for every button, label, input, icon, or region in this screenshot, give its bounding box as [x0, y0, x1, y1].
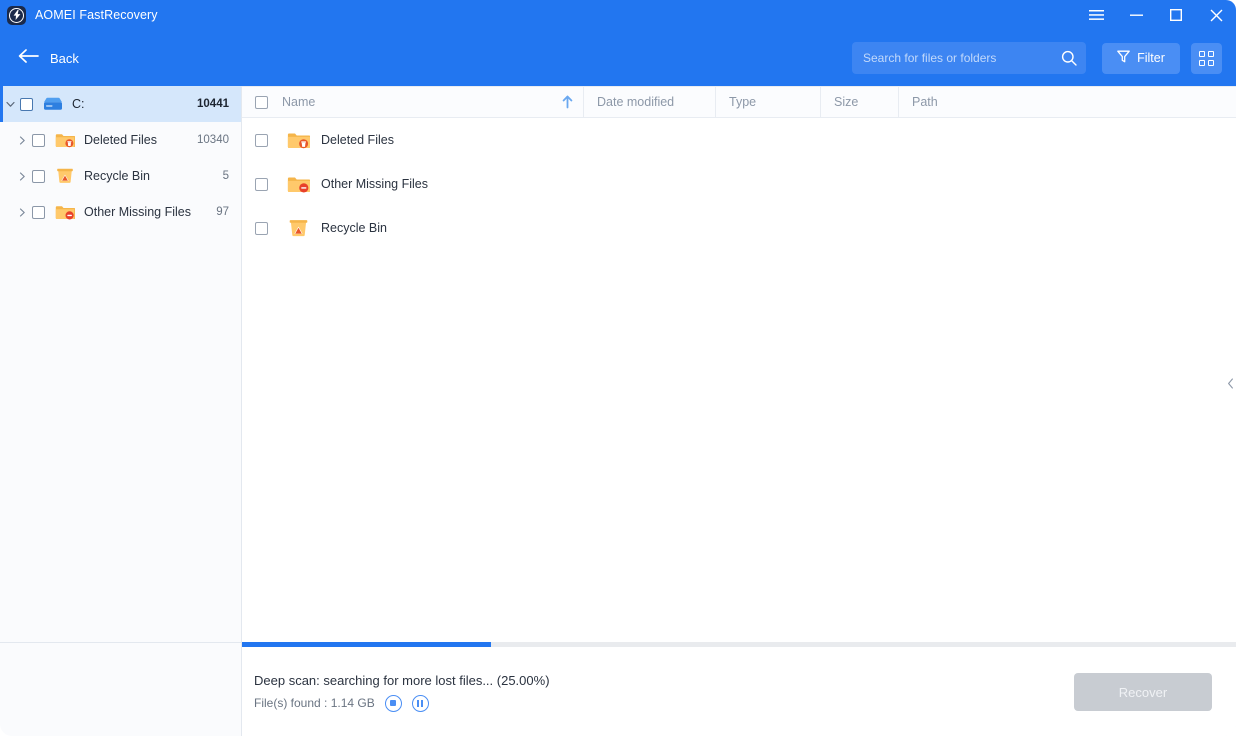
sidebar-checkbox-other-missing-files[interactable] — [32, 205, 45, 219]
sidebar-item-count: 10441 — [197, 98, 229, 110]
folder-deleted-icon — [286, 129, 310, 151]
column-header-date-modified[interactable]: Date modified — [584, 87, 716, 117]
column-header-name[interactable]: Name — [242, 87, 584, 117]
recover-button-label: Recover — [1118, 684, 1168, 700]
arrow-up-icon[interactable] — [562, 95, 573, 109]
sidebar-checkbox-drive-c[interactable] — [20, 97, 33, 111]
search-input[interactable] — [863, 51, 1061, 65]
table-row[interactable]: Other Missing Files — [242, 162, 1236, 206]
sidebar-tree: C: 10441 Deleted Files 10340 Recycle Bin… — [0, 86, 242, 642]
file-name-label: Deleted Files — [321, 133, 394, 147]
status-texts: Deep scan: searching for more lost files… — [242, 673, 1074, 712]
file-name-label: Recycle Bin — [321, 221, 387, 235]
file-list: Deleted Files Other Missing Files Recycl… — [242, 118, 1236, 642]
sidebar-item-label: Deleted Files — [84, 133, 157, 147]
sidebar-checkbox-recycle-bin[interactable] — [32, 169, 45, 183]
pause-circle-icon[interactable] — [411, 694, 429, 712]
recycle-bin-icon — [55, 167, 75, 185]
recycle-bin-icon — [286, 217, 310, 239]
back-button[interactable]: Back — [12, 45, 85, 72]
arrow-left-icon — [18, 48, 39, 68]
title-bar: AOMEI FastRecovery — [0, 0, 1236, 30]
files-found-label: File(s) found : 1.14 GB — [254, 696, 375, 710]
folder-deleted-icon — [55, 131, 75, 149]
filter-button-label: Filter — [1137, 51, 1165, 65]
folder-missing-icon — [55, 203, 75, 221]
row-checkbox[interactable] — [255, 221, 268, 235]
column-header-name-label: Name — [282, 95, 316, 109]
column-header-size[interactable]: Size — [821, 87, 899, 117]
stop-circle-icon[interactable] — [384, 694, 402, 712]
sidebar-item-label: Other Missing Files — [84, 205, 191, 219]
filter-button[interactable]: Filter — [1102, 42, 1180, 74]
window-controls — [1076, 0, 1236, 30]
file-name-label: Other Missing Files — [321, 177, 428, 191]
column-header-path-label: Path — [912, 95, 938, 109]
file-panel: Name Date modified Type Size Path Delete… — [242, 86, 1236, 642]
drive-icon — [43, 95, 63, 113]
column-header-type[interactable]: Type — [716, 87, 821, 117]
table-row[interactable]: Recycle Bin — [242, 206, 1236, 250]
folder-missing-icon — [286, 173, 310, 195]
file-list-header: Name Date modified Type Size Path — [242, 86, 1236, 118]
funnel-icon — [1117, 50, 1130, 66]
chevron-right-icon[interactable] — [12, 135, 32, 145]
scan-progress-fill — [242, 642, 491, 647]
sidebar-item-label: Recycle Bin — [84, 169, 150, 183]
select-all-checkbox[interactable] — [255, 95, 268, 109]
row-checkbox[interactable] — [255, 133, 268, 147]
status-bar: Deep scan: searching for more lost files… — [242, 642, 1236, 736]
recover-button[interactable]: Recover — [1074, 673, 1212, 711]
sidebar-checkbox-deleted-files[interactable] — [32, 133, 45, 147]
status-column: Deep scan: searching for more lost files… — [242, 642, 1236, 736]
back-button-label: Back — [50, 50, 79, 66]
sidebar-item-recycle-bin[interactable]: Recycle Bin 5 — [0, 158, 241, 194]
status-secondary-row: File(s) found : 1.14 GB — [254, 694, 1074, 712]
app-window: AOMEI FastRecovery Back Search for files… — [0, 0, 1236, 736]
sidebar-item-count: 97 — [216, 206, 229, 218]
chevron-left-icon[interactable] — [1224, 367, 1236, 399]
sidebar-item-drive-c[interactable]: C: 10441 — [0, 86, 241, 122]
sidebar-item-other-missing-files[interactable]: Other Missing Files 97 — [0, 194, 241, 230]
toolbar: Back Filter — [0, 30, 1236, 86]
search-box[interactable] — [852, 42, 1086, 74]
sidebar-item-label: C: — [72, 97, 85, 111]
app-title: AOMEI FastRecovery — [35, 8, 158, 22]
column-header-type-label: Type — [729, 95, 757, 109]
column-header-path[interactable]: Path — [899, 87, 1236, 117]
column-header-size-label: Size — [834, 95, 859, 109]
minimize-icon[interactable] — [1116, 0, 1156, 30]
column-header-date-modified-label: Date modified — [597, 95, 675, 109]
hamburger-icon[interactable] — [1076, 0, 1116, 30]
search-icon[interactable] — [1061, 50, 1077, 66]
chevron-right-icon[interactable] — [12, 207, 32, 217]
sidebar-item-deleted-files[interactable]: Deleted Files 10340 — [0, 122, 241, 158]
chevron-right-icon[interactable] — [12, 171, 32, 181]
row-checkbox[interactable] — [255, 177, 268, 191]
sidebar-item-count: 5 — [222, 170, 229, 182]
scan-progress-bar — [242, 642, 1236, 647]
bottom-bar: Deep scan: searching for more lost files… — [0, 642, 1236, 736]
table-row[interactable]: Deleted Files — [242, 118, 1236, 162]
sidebar-item-count: 10340 — [197, 134, 229, 146]
content-area: C: 10441 Deleted Files 10340 Recycle Bin… — [0, 86, 1236, 642]
close-icon[interactable] — [1196, 0, 1236, 30]
lightning-bolt-icon — [7, 5, 26, 25]
scan-status-label: Deep scan: searching for more lost files… — [254, 672, 550, 688]
chevron-down-icon[interactable] — [0, 101, 20, 108]
sidebar-footer — [0, 642, 242, 736]
grid-view-icon[interactable] — [1191, 42, 1222, 74]
maximize-icon[interactable] — [1156, 0, 1196, 30]
